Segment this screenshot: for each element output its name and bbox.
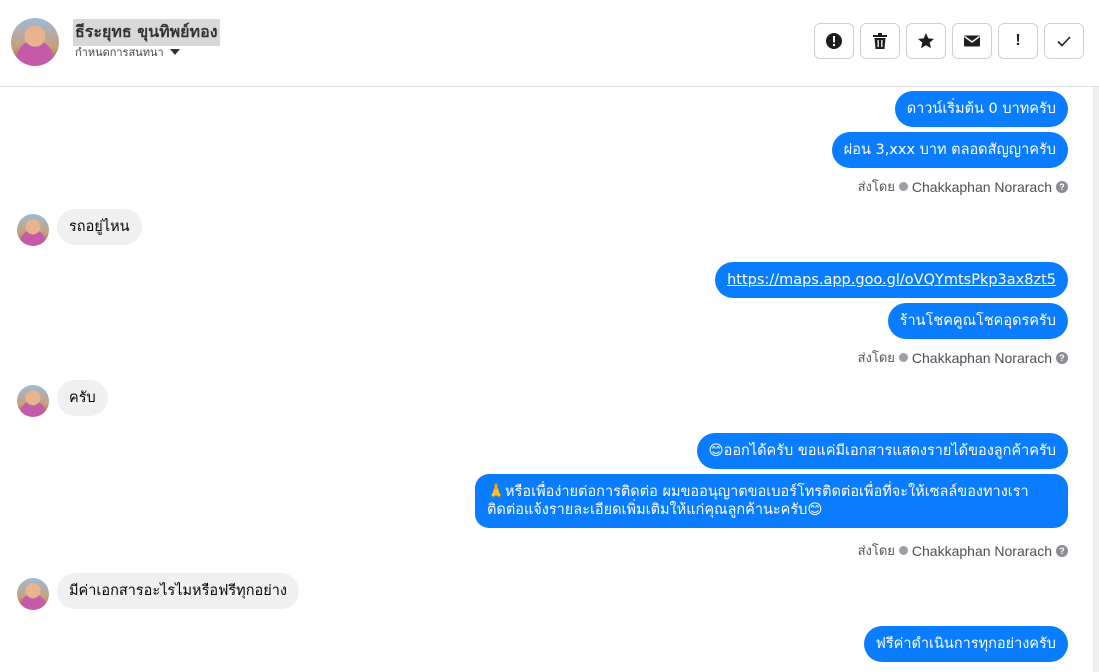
star-icon <box>918 33 934 49</box>
outgoing-message[interactable]: ฟรีค่าดำเนินการทุกอย่างครับ <box>863 626 1068 662</box>
mark-unread-button[interactable] <box>952 23 992 59</box>
contact-avatar-small[interactable] <box>17 385 49 417</box>
alert-circle-icon <box>826 33 842 49</box>
caret-down-icon <box>169 49 180 55</box>
sent-by-label: ส่งโดย <box>857 544 895 559</box>
mark-done-button[interactable] <box>1044 23 1084 59</box>
help-icon[interactable]: ? <box>1056 180 1068 193</box>
envelope-icon <box>964 35 980 47</box>
agent-name: Chakkaphan Norarach <box>911 349 1052 366</box>
outgoing-message[interactable]: 😊ออกได้ครับ ขอแค่มีเอกสารแสดงรายได้ของลู… <box>696 433 1068 469</box>
exclamation-icon: ! <box>1015 32 1021 49</box>
check-icon <box>1057 36 1071 47</box>
agent-name: Chakkaphan Norarach <box>911 178 1052 195</box>
verified-icon <box>898 546 908 555</box>
delete-button[interactable] <box>860 23 900 59</box>
thread-scrollbar[interactable] <box>1093 87 1099 672</box>
contact-avatar-small[interactable] <box>17 578 49 610</box>
message-link[interactable]: https://maps.app.goo.gl/oVQYmtsPkp3ax8zt… <box>727 272 1056 288</box>
contact-name[interactable]: ธีระยุทธ ขุนทิพย์ทอง <box>73 19 220 46</box>
verified-icon <box>898 353 908 362</box>
help-icon[interactable]: ? <box>1056 351 1068 364</box>
verified-icon <box>898 182 908 191</box>
sent-by-meta: ส่งโดย Chakkaphan Norarach ? <box>858 540 1068 561</box>
contact-avatar[interactable] <box>11 18 59 66</box>
follow-up-button[interactable]: ! <box>998 23 1038 59</box>
outgoing-message[interactable]: 🙏หรือเพื่อง่ายต่อการติดต่อ ผมขออนุญาตขอเ… <box>475 474 1068 528</box>
action-toolbar: ! <box>814 23 1084 59</box>
incoming-message[interactable]: รถอยู่ไหน <box>57 209 142 245</box>
outgoing-message[interactable]: https://maps.app.goo.gl/oVQYmtsPkp3ax8zt… <box>715 262 1068 298</box>
conversation-header: ธีระยุทธ ขุนทิพย์ทอง กำหนดการสนทนา ! <box>0 0 1099 87</box>
incoming-message[interactable]: มีค่าเอกสารอะไรไมหรือฟรีทุกอย่าง <box>57 573 299 609</box>
assign-label: กำหนดการสนทนา <box>75 46 164 59</box>
outgoing-message[interactable]: ดาวน์เริ่มต้น 0 บาทครับ <box>894 91 1068 127</box>
trash-icon <box>873 33 887 49</box>
sent-by-label: ส่งโดย <box>857 180 895 195</box>
incoming-message[interactable]: ครับ <box>57 380 108 416</box>
star-button[interactable] <box>906 23 946 59</box>
sent-by-label: ส่งโดย <box>857 351 895 366</box>
contact-avatar-small[interactable] <box>17 214 49 246</box>
mark-spam-button[interactable] <box>814 23 854 59</box>
outgoing-message[interactable]: ผ่อน 3,xxx บาท ตลอดสัญญาครับ <box>831 132 1068 168</box>
sent-by-meta: ส่งโดย Chakkaphan Norarach ? <box>858 176 1068 197</box>
assign-conversation-dropdown[interactable]: กำหนดการสนทนา <box>75 43 180 61</box>
outgoing-message[interactable]: ร้านโชคคูณโชคอุดรครับ <box>887 303 1068 339</box>
agent-name: Chakkaphan Norarach <box>911 542 1052 559</box>
help-icon[interactable]: ? <box>1056 544 1068 557</box>
sent-by-meta: ส่งโดย Chakkaphan Norarach ? <box>858 347 1068 368</box>
